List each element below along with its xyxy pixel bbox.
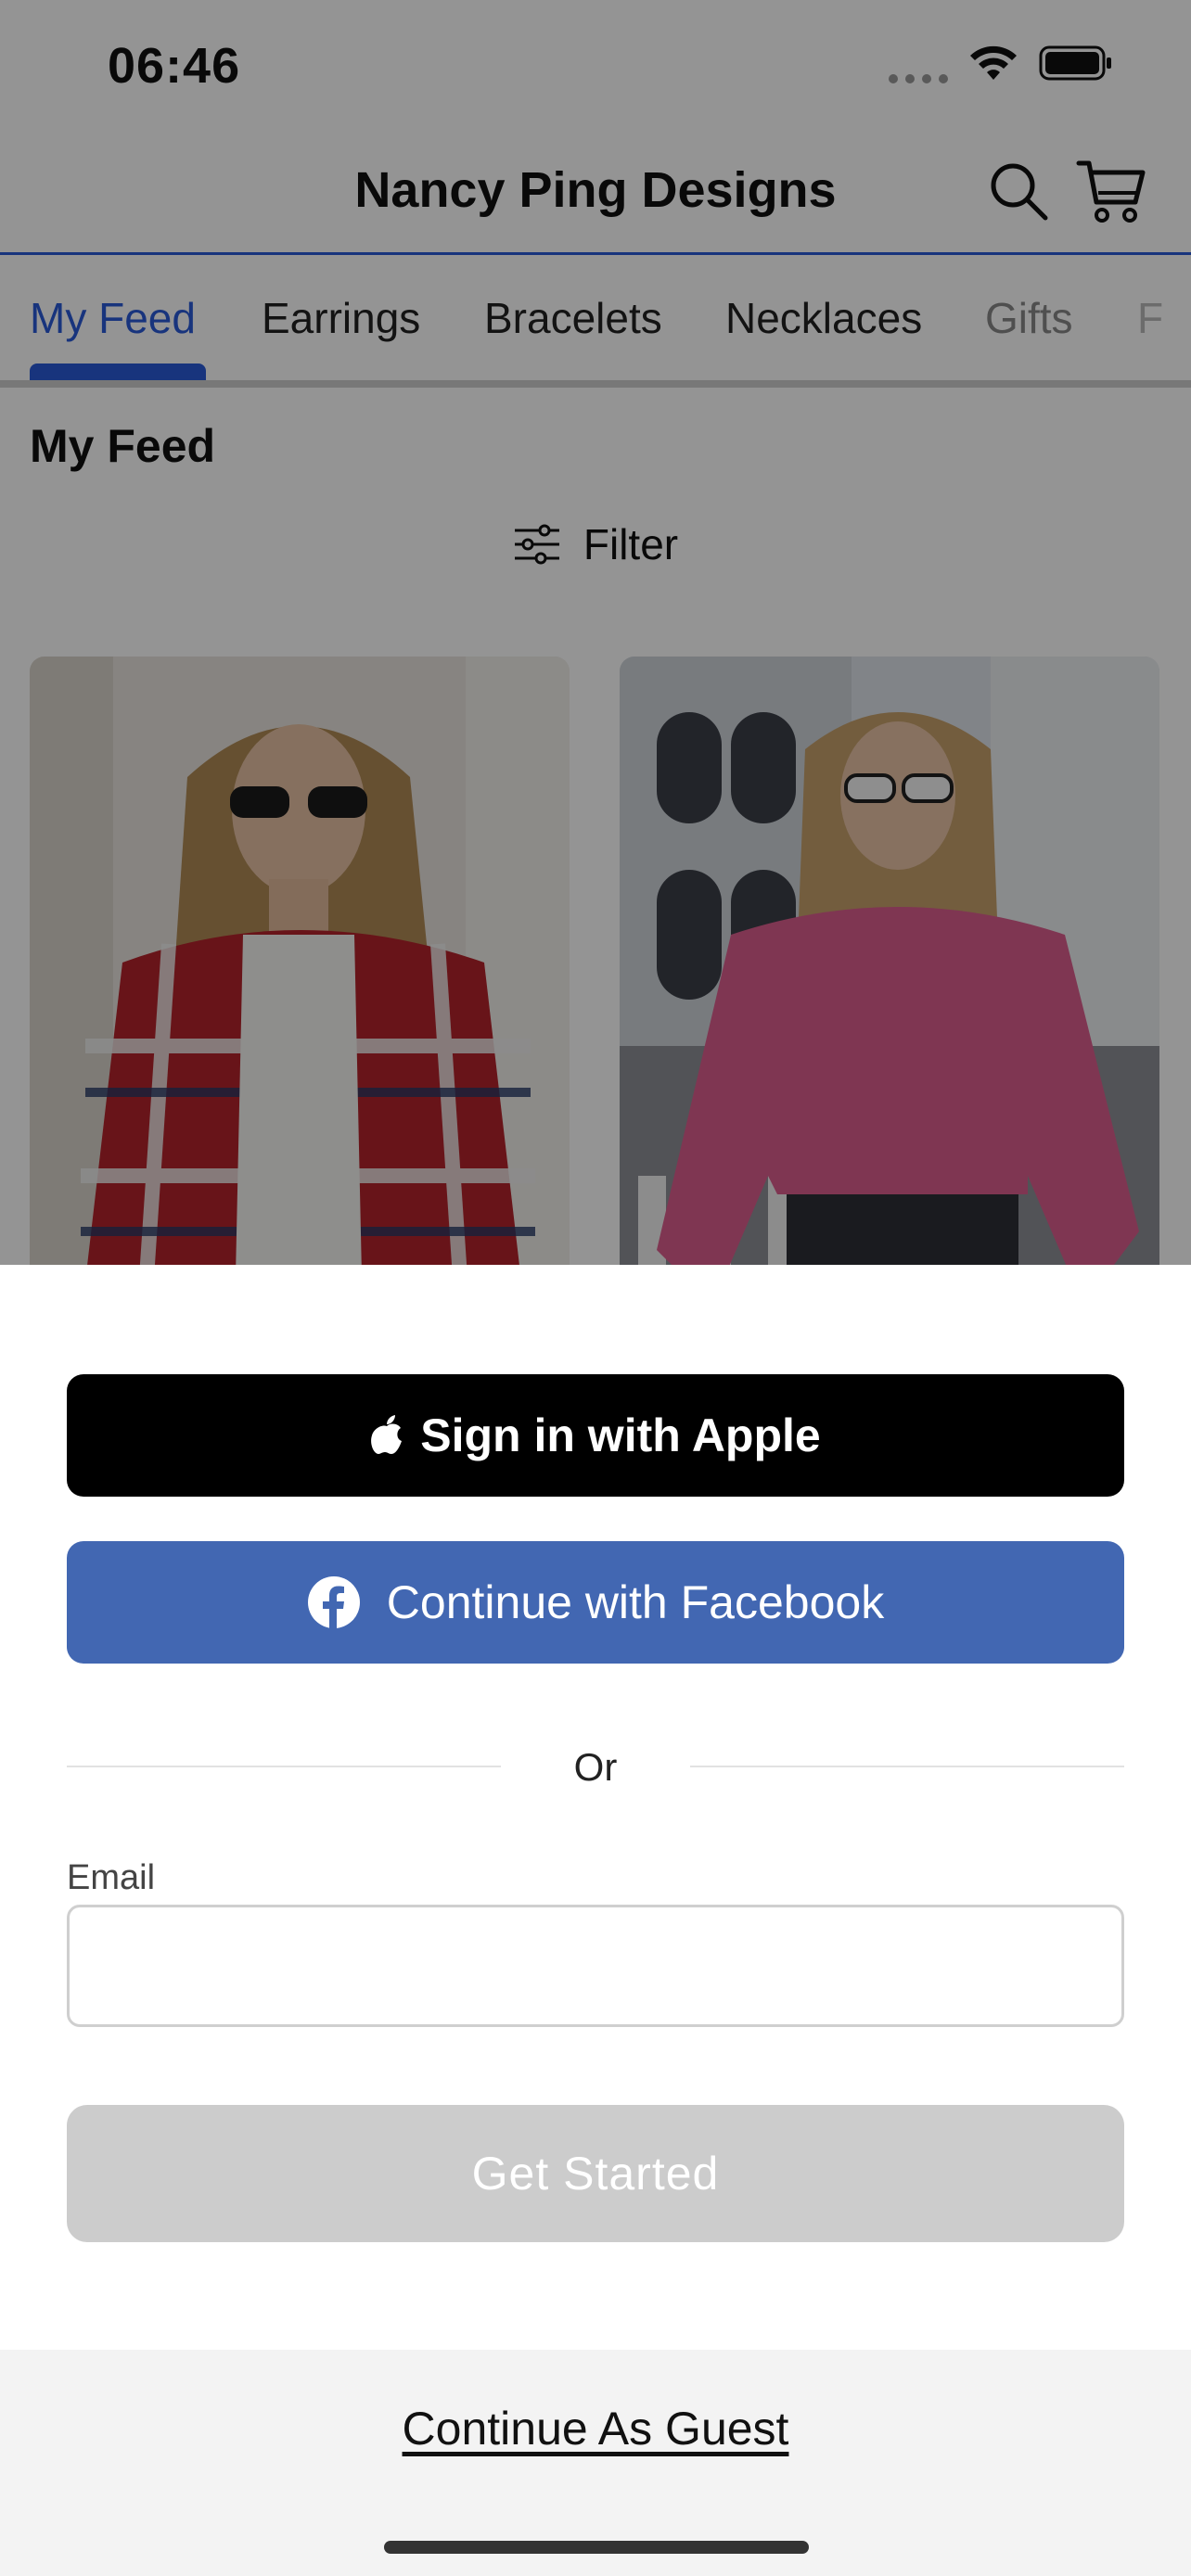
continue-with-facebook-button[interactable]: Continue with Facebook	[67, 1541, 1124, 1664]
divider-right	[690, 1766, 1124, 1767]
facebook-button-label: Continue with Facebook	[386, 1576, 885, 1628]
sign-in-sheet: Sign in with Apple Continue with Faceboo…	[0, 1265, 1191, 2576]
continue-as-guest-link[interactable]: Continue As Guest	[0, 2402, 1191, 2455]
apple-logo-icon	[371, 1415, 403, 1454]
email-label: Email	[67, 1858, 156, 1897]
get-started-label: Get Started	[471, 2148, 720, 2200]
facebook-logo-icon	[307, 1576, 360, 1629]
email-field[interactable]	[67, 1905, 1124, 2027]
home-indicator[interactable]	[384, 2541, 809, 2554]
sign-in-with-apple-button[interactable]: Sign in with Apple	[67, 1374, 1124, 1497]
or-divider-text: Or	[573, 1745, 618, 1789]
modal-backdrop[interactable]	[0, 0, 1191, 1265]
get-started-button[interactable]: Get Started	[67, 2105, 1124, 2242]
apple-button-label: Sign in with Apple	[420, 1409, 821, 1461]
app-root: 06:46 Nancy Ping Designs My Feed Earring…	[0, 0, 1191, 2576]
